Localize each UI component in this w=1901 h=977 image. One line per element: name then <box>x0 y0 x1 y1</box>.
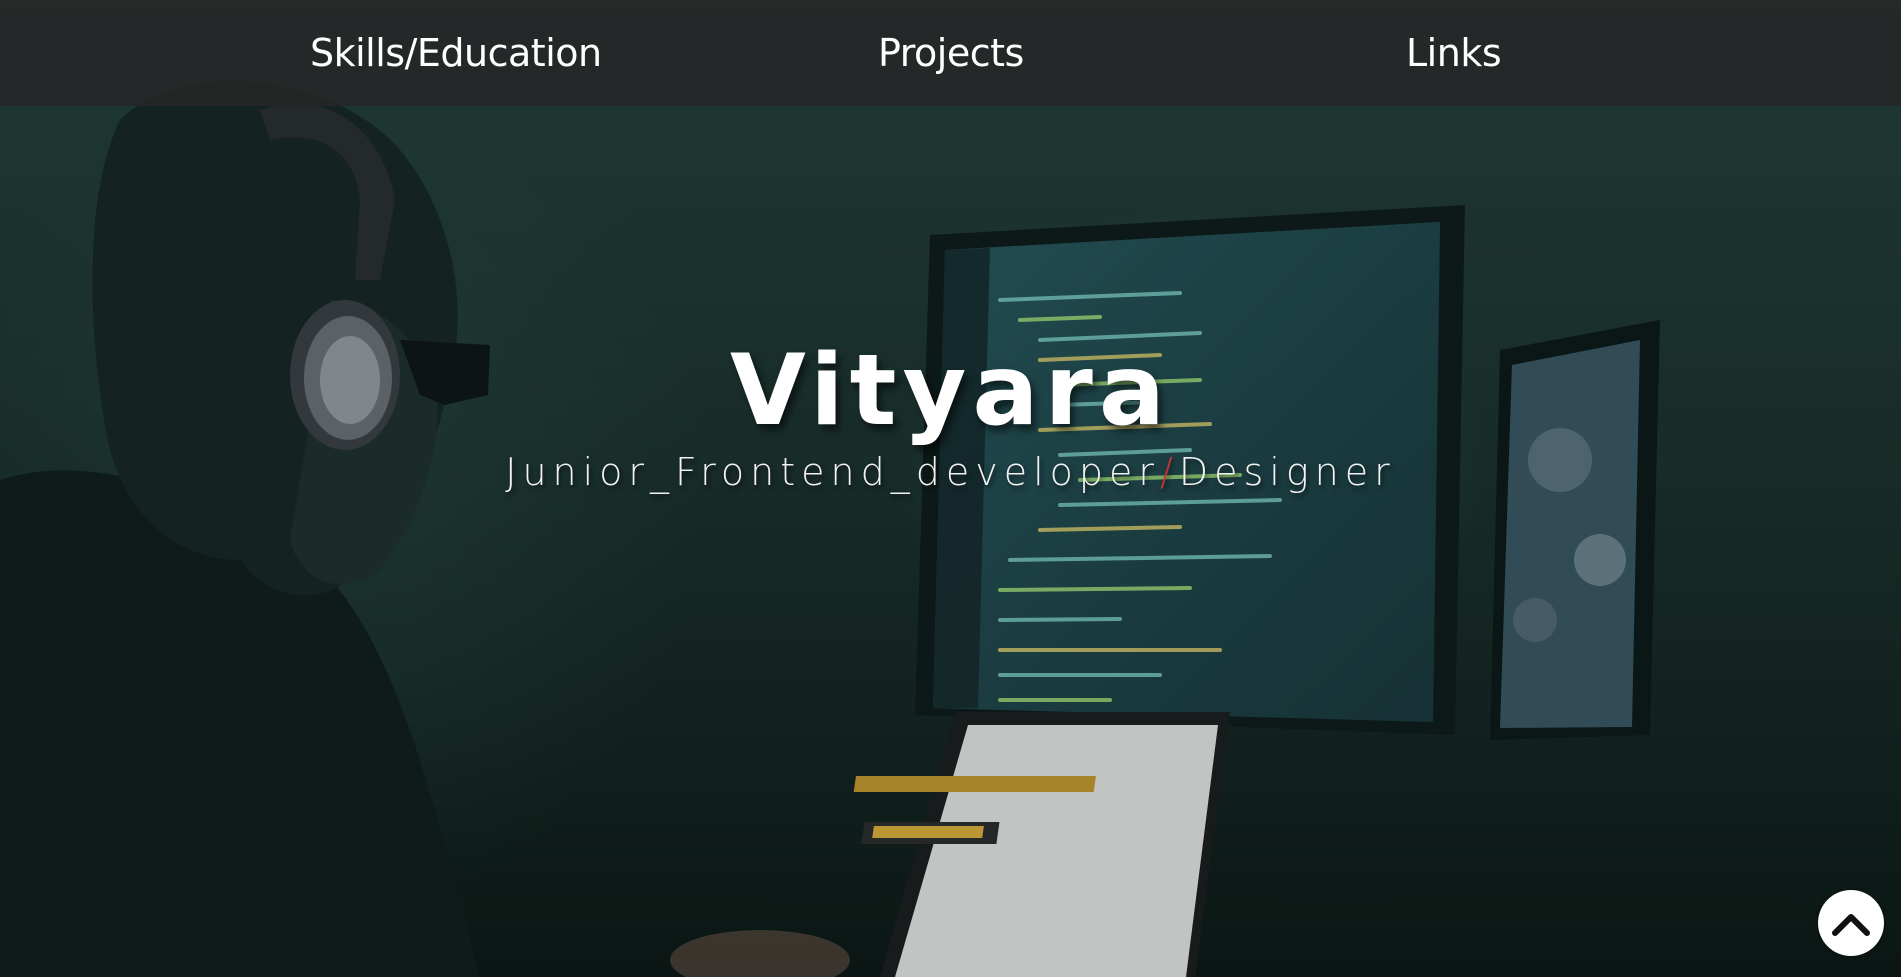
nav-link-projects[interactable]: Projects <box>878 28 1024 78</box>
subtitle-role-2: Designer <box>1178 450 1396 494</box>
hero-title: Vityara <box>729 334 1172 448</box>
nav-link-skills-education[interactable]: Skills/Education <box>310 28 602 78</box>
scroll-to-top-button[interactable] <box>1818 890 1884 956</box>
top-navbar: Skills/Education Projects Links <box>0 0 1901 106</box>
subtitle-role: Junior_Frontend_developer <box>505 450 1161 494</box>
hero-subtitle: Junior_Frontend_developer/Designer <box>0 447 1901 497</box>
hero-text: Vityara Junior_Frontend_developer/Design… <box>0 335 1901 497</box>
subtitle-separator: / <box>1160 450 1179 494</box>
chevron-up-icon <box>1832 914 1870 936</box>
nav-link-links[interactable]: Links <box>1406 28 1502 78</box>
